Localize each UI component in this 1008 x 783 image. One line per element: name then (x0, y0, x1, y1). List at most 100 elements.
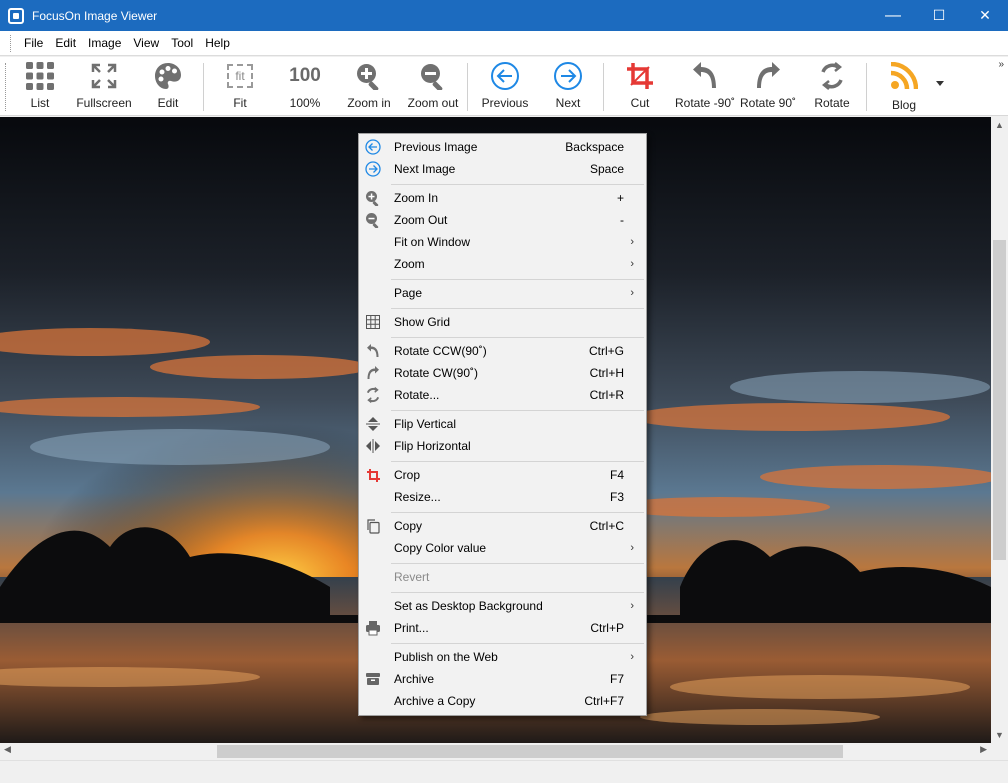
flip-vertical-icon (365, 416, 381, 432)
menu-item-rotate[interactable]: Rotate... Ctrl+R (361, 384, 644, 406)
menu-item-label: Copy Color value (394, 541, 487, 555)
menu-item-crop[interactable]: Crop F4 (361, 464, 644, 486)
rotate-cw-button[interactable]: Rotate 90˚ (740, 57, 796, 116)
rotate-icon (365, 387, 381, 403)
menu-separator (391, 410, 644, 411)
fit-icon: fit (227, 57, 253, 95)
zoom-in-button[interactable]: Zoom in (344, 57, 394, 116)
zoom-in-icon (365, 190, 381, 206)
rss-icon (890, 57, 918, 95)
menu-item-flip-horizontal[interactable]: Flip Horizontal (361, 435, 644, 457)
actual-size-label: 100% (289, 96, 321, 110)
menu-bar: File Edit Image View Tool Help (0, 31, 1008, 56)
submenu-arrow-icon: › (630, 287, 634, 299)
actual-size-button[interactable]: 100 100% (282, 57, 328, 116)
menu-item-label: Rotate CW(90˚) (394, 366, 479, 380)
list-button[interactable]: List (20, 57, 60, 116)
maximize-button[interactable]: ☐ (916, 0, 962, 31)
rotate-button[interactable]: Rotate (812, 57, 852, 116)
toolbar-separator (203, 63, 204, 111)
fit-button[interactable]: fit Fit (220, 57, 260, 116)
menu-item-rotate-cw[interactable]: Rotate CW(90˚) Ctrl+H (361, 362, 644, 384)
menu-item-label: Archive (394, 672, 435, 686)
menu-item-page[interactable]: Page › (361, 282, 644, 304)
menu-item-flip-vertical[interactable]: Flip Vertical (361, 413, 644, 435)
list-label: List (30, 96, 50, 110)
menu-item-copy[interactable]: Copy Ctrl+C (361, 515, 644, 537)
menu-item-label: Zoom (394, 257, 425, 271)
menu-view[interactable]: View (127, 36, 165, 50)
previous-button[interactable]: Previous (480, 57, 530, 116)
scroll-left-icon[interactable]: ◀ (4, 744, 11, 755)
menu-item-shortcut: Ctrl+F7 (584, 694, 624, 708)
menu-item-label: Revert (394, 570, 430, 584)
rotate-ccw-label: Rotate -90˚ (674, 96, 736, 110)
cut-button[interactable]: Cut (620, 57, 660, 116)
close-button[interactable]: ✕ (962, 0, 1008, 31)
menu-item-archive-a-copy[interactable]: Archive a Copy Ctrl+F7 (361, 690, 644, 712)
menu-item-set-desktop-background[interactable]: Set as Desktop Background › (361, 595, 644, 617)
menu-item-shortcut: Ctrl+G (588, 344, 624, 358)
menu-item-shortcut: + (616, 191, 624, 205)
menu-file[interactable]: File (18, 36, 49, 50)
scroll-up-icon[interactable]: ▲ (991, 120, 1008, 130)
cut-label: Cut (630, 96, 650, 110)
menu-item-resize[interactable]: Resize... F3 (361, 486, 644, 508)
status-bar (0, 760, 1008, 783)
menu-item-copy-color-value[interactable]: Copy Color value › (361, 537, 644, 559)
minimize-button[interactable]: — (870, 0, 916, 31)
menu-item-shortcut: Space (589, 162, 624, 176)
menu-item-print[interactable]: Print... Ctrl+P (361, 617, 644, 639)
next-button[interactable]: Next (548, 57, 588, 116)
actual-size-icon-text: 100 (289, 65, 321, 86)
scroll-right-icon[interactable]: ▶ (980, 744, 987, 755)
zoom-out-button[interactable]: Zoom out (405, 57, 461, 116)
submenu-arrow-icon: › (630, 236, 634, 248)
menu-item-publish-on-web[interactable]: Publish on the Web › (361, 646, 644, 668)
menu-item-shortcut: Ctrl+P (590, 621, 624, 635)
menu-item-shortcut: Backspace (565, 140, 624, 154)
menu-help[interactable]: Help (199, 36, 236, 50)
menu-item-fit-on-window[interactable]: Fit on Window › (361, 231, 644, 253)
scroll-down-icon[interactable]: ▼ (991, 730, 1008, 740)
menu-item-zoom-out[interactable]: Zoom Out - (361, 209, 644, 231)
menu-image[interactable]: Image (82, 36, 127, 50)
rotate-right-icon (755, 57, 781, 95)
menu-separator (391, 643, 644, 644)
blog-button[interactable]: Blog (884, 57, 924, 116)
rotate-cw-label: Rotate 90˚ (739, 96, 797, 110)
toolbar-grip (5, 63, 7, 111)
rotate-label: Rotate (814, 96, 850, 110)
menu-separator (391, 279, 644, 280)
fit-icon-text: fit (227, 64, 253, 88)
edit-button[interactable]: Edit (148, 57, 188, 116)
rotate-ccw-button[interactable]: Rotate -90˚ (674, 57, 736, 116)
blog-dropdown-arrow-icon[interactable] (936, 81, 944, 86)
rotate-left-icon (365, 343, 381, 359)
horizontal-scrollbar[interactable]: ◀ ▶ (0, 743, 991, 760)
vertical-scrollbar[interactable]: ▲ ▼ (991, 117, 1008, 743)
menu-item-previous-image[interactable]: Previous Image Backspace (361, 136, 644, 158)
menu-item-label: Zoom Out (394, 213, 448, 227)
vertical-scroll-thumb[interactable] (993, 240, 1006, 560)
fullscreen-button[interactable]: Fullscreen (74, 57, 134, 116)
menu-tool[interactable]: Tool (165, 36, 199, 50)
rotate-icon (818, 57, 846, 95)
horizontal-scroll-thumb[interactable] (217, 745, 843, 758)
menu-item-zoom-in[interactable]: Zoom In + (361, 187, 644, 209)
menu-item-zoom[interactable]: Zoom › (361, 253, 644, 275)
menu-item-label: Archive a Copy (394, 694, 476, 708)
menu-item-label: Copy (394, 519, 423, 533)
menu-item-shortcut: F4 (609, 468, 624, 482)
menu-item-archive[interactable]: Archive F7 (361, 668, 644, 690)
menu-item-next-image[interactable]: Next Image Space (361, 158, 644, 180)
menu-item-rotate-ccw[interactable]: Rotate CCW(90˚) Ctrl+G (361, 340, 644, 362)
menu-item-show-grid[interactable]: Show Grid (361, 311, 644, 333)
menu-separator (391, 184, 644, 185)
menu-edit[interactable]: Edit (49, 36, 82, 50)
submenu-arrow-icon: › (630, 258, 634, 270)
menu-item-label: Next Image (394, 162, 456, 176)
fullscreen-icon (90, 57, 118, 95)
menu-item-label: Rotate... (394, 388, 440, 402)
toolbar-overflow-icon[interactable]: » (998, 59, 1004, 70)
